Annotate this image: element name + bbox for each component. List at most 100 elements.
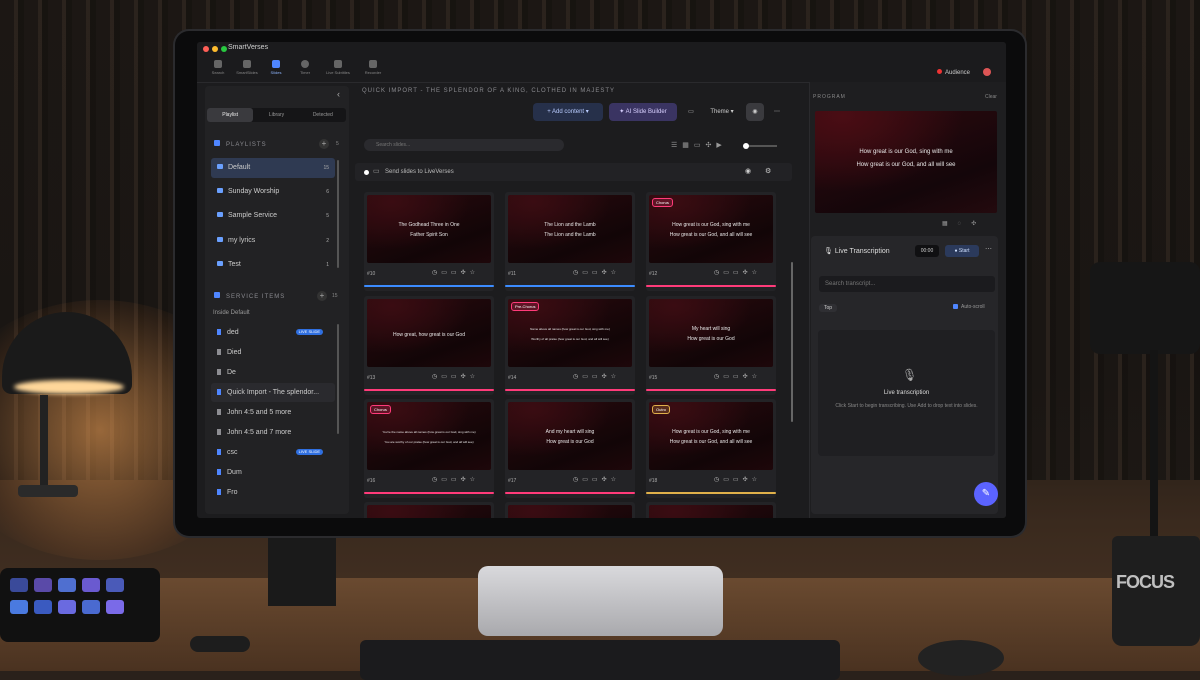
theme-button[interactable]: Theme ▾ — [702, 103, 742, 121]
slide-action-icons[interactable]: ◷▭▭✣☆ — [432, 373, 479, 380]
slide-action-icons[interactable]: ◷▭▭✣☆ — [573, 269, 620, 276]
slides-icon — [272, 60, 280, 68]
slide-card[interactable]: Pre-Chorus Name above all names (how grea… — [505, 296, 635, 395]
playlist-item[interactable]: Sunday Worship 6 — [211, 182, 335, 202]
transcription-empty-state: 🎙 Live transcription Click Start to begi… — [818, 330, 995, 456]
slide-card[interactable]: Chorus How great is our God, sing with me… — [646, 192, 776, 291]
top-button[interactable]: Top — [819, 304, 838, 312]
nav-timer[interactable]: Timer — [290, 60, 320, 75]
service-item[interactable]: Fro — [211, 483, 335, 502]
nav-search[interactable]: Search — [203, 60, 233, 75]
slide-card[interactable]: The Godhead Three in One Father Spirit So… — [364, 192, 494, 291]
add-service-item-button[interactable]: + — [317, 291, 327, 301]
service-item[interactable]: John 4:5 and 5 more — [211, 403, 335, 422]
nav-recorder[interactable]: Recorder — [358, 60, 388, 75]
slide-action-icons[interactable]: ◷▭▭✣☆ — [432, 269, 479, 276]
slide-card[interactable] — [646, 502, 776, 518]
service-items-scrollbar[interactable] — [337, 324, 339, 434]
slide-thumbnail: Pre-Chorus Name above all names (how grea… — [508, 299, 632, 367]
slide-number: #13 — [367, 375, 376, 381]
playlist-item[interactable]: Test 1 — [211, 255, 335, 275]
auto-scroll-toggle[interactable]: Auto-scroll — [953, 304, 985, 310]
folder-icon — [217, 237, 223, 242]
playlist-item[interactable]: my lyrics 2 — [211, 231, 335, 251]
service-item[interactable]: Dum — [211, 463, 335, 482]
playlists-scrollbar[interactable] — [337, 160, 339, 268]
slide-action-icons[interactable]: ◷▭▭✣☆ — [573, 373, 620, 380]
ai-slide-builder-button[interactable]: ✦ AI Slide Builder — [609, 103, 677, 121]
slide-thumbnail: The Lion and the Lamb The Lion and the La… — [508, 195, 632, 263]
slide-icon — [217, 369, 221, 376]
slide-line-1: How great, how great is our God — [393, 332, 465, 338]
add-playlist-button[interactable]: + — [319, 139, 329, 149]
desk-lamp-arm — [40, 395, 48, 490]
tab-playlist[interactable]: Playlist — [207, 108, 254, 122]
playlist-item[interactable]: Default 15 — [211, 158, 335, 178]
nav-smartslides[interactable]: SmartSlides — [232, 60, 262, 75]
slide-card[interactable]: And my heart will sing How great is our G… — [505, 399, 635, 498]
monitor-icon[interactable]: ▭ — [684, 103, 698, 121]
slide-color-bar — [646, 492, 776, 494]
search-slides-input[interactable]: Search slides... — [364, 139, 564, 151]
add-content-button[interactable]: + Add content ▾ — [533, 103, 603, 121]
tab-detected[interactable]: Detected — [300, 108, 346, 122]
start-transcription-button[interactable]: ● Start — [945, 245, 979, 257]
slide-card[interactable] — [364, 502, 494, 518]
folder-icon — [217, 188, 223, 193]
chevron-left-icon[interactable]: ‹ — [337, 89, 340, 99]
service-item[interactable]: Died — [211, 343, 335, 362]
keyboard — [360, 640, 840, 680]
slide-action-icons[interactable]: ◷▭▭✣☆ — [714, 269, 761, 276]
playlist-item[interactable]: Sample Service 5 — [211, 206, 335, 226]
service-item[interactable]: ded LIVE SLIDE — [211, 323, 335, 342]
tab-library[interactable]: Library — [253, 108, 299, 122]
slide-number: #15 — [649, 375, 658, 381]
more-icon[interactable]: ⋯ — [985, 245, 992, 253]
nav-slides[interactable]: Slides — [261, 60, 291, 75]
desk-lamp-base — [18, 485, 78, 497]
chevron-down-icon: ▾ — [585, 109, 589, 115]
slide-card[interactable]: Outro How great is our God, sing with me H… — [646, 399, 776, 498]
more-icon[interactable]: ⋯ — [770, 103, 784, 121]
slide-action-icons[interactable]: ◷▭▭✣☆ — [432, 476, 479, 483]
service-item[interactable]: John 4:5 and 7 more — [211, 423, 335, 442]
maximize-window-button[interactable] — [221, 46, 227, 52]
mug-text: FOCUS — [1116, 572, 1175, 592]
slide-card[interactable]: How great, how great is our God #13 ◷▭▭✣☆ — [364, 296, 494, 395]
slide-card[interactable] — [505, 502, 635, 518]
slide-action-icons[interactable]: ◷▭▭✣☆ — [714, 373, 761, 380]
slide-thumbnail: How great, how great is our God — [367, 299, 491, 367]
slide-icon — [217, 349, 221, 356]
slide-action-icons[interactable]: ◷▭▭✣☆ — [714, 476, 761, 483]
live-slide-badge: LIVE SLIDE — [295, 449, 323, 455]
nav-live-subtitles[interactable]: Live Subtitles — [323, 60, 353, 75]
view-mode-icons[interactable]: ☰▦▭✣▶ — [671, 141, 727, 149]
slide-thumbnail: Outro How great is our God, sing with me H… — [649, 402, 773, 470]
clear-button[interactable]: Clear — [985, 94, 997, 100]
settings-icon[interactable]: ◉ — [746, 103, 764, 121]
slide-thumbnail: And my heart will sing How great is our G… — [508, 402, 632, 470]
slide-line-1: Name above all names (how great is our G… — [530, 327, 610, 331]
eye-icon[interactable]: ◉ — [745, 163, 751, 181]
empty-text: Click Start to begin transcribing. Use A… — [835, 403, 978, 409]
service-item[interactable]: Quick Import - The splendor... — [211, 383, 335, 402]
slide-action-icons[interactable]: ◷▭▭✣☆ — [573, 476, 620, 483]
close-window-button[interactable] — [203, 46, 209, 52]
service-item[interactable]: De — [211, 363, 335, 382]
gear-icon[interactable]: ⚙ — [765, 163, 771, 181]
slide-card[interactable]: The Lion and the Lamb The Lion and the La… — [505, 192, 635, 291]
slides-scrollbar[interactable] — [791, 262, 793, 422]
minimize-window-button[interactable] — [212, 46, 218, 52]
service-item[interactable]: csc LIVE SLIDE — [211, 443, 335, 462]
program-control-icons[interactable]: ▦◌✣ — [942, 220, 986, 227]
audience-button[interactable]: Audience — [937, 69, 970, 76]
user-avatar[interactable] — [983, 68, 991, 76]
slider-handle[interactable] — [743, 143, 749, 149]
slide-card[interactable]: Chorus You're the name above all names (h… — [364, 399, 494, 498]
zoom-slider[interactable] — [743, 143, 777, 149]
app-title: SmartVerses — [228, 44, 269, 51]
slide-card[interactable]: My heart will sing How great is our God #1… — [646, 296, 776, 395]
magic-wand-button[interactable]: ✎ — [974, 482, 998, 506]
search-transcript-input[interactable]: Search transcript... — [819, 276, 995, 292]
toggle-dot[interactable] — [364, 170, 369, 175]
